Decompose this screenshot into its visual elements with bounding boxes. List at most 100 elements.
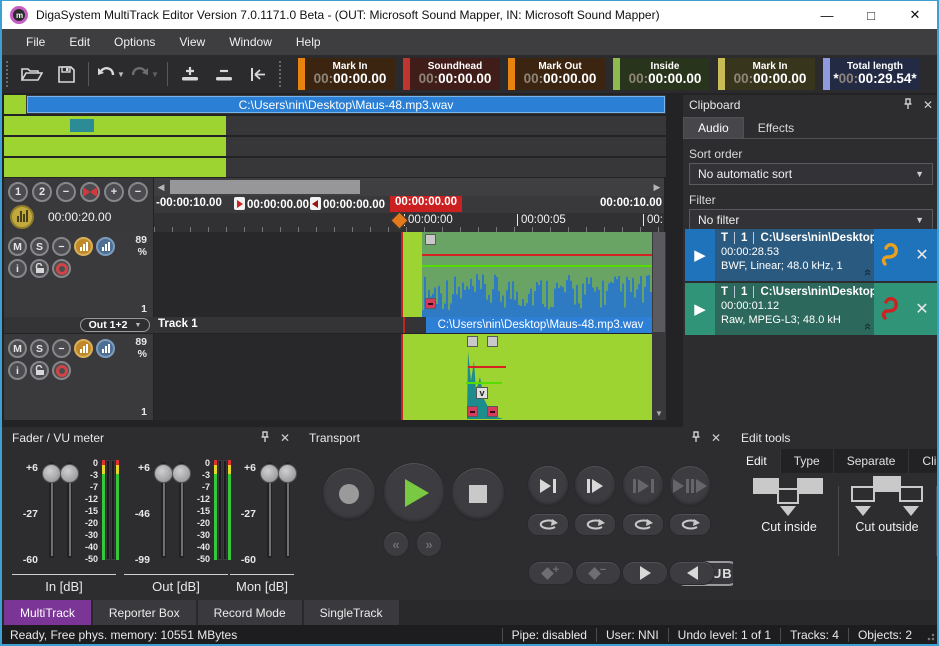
- overview-row-3[interactable]: [4, 137, 666, 156]
- fader-knob-left[interactable]: [154, 464, 173, 483]
- clip-volume-line[interactable]: [468, 366, 506, 368]
- clip-gain-handle[interactable]: [425, 298, 436, 309]
- track1-mute-button[interactable]: M: [8, 237, 27, 256]
- filter-select[interactable]: No filter▼: [689, 209, 933, 231]
- track1-lane[interactable]: [154, 232, 666, 317]
- menu-edit[interactable]: Edit: [57, 29, 102, 55]
- clip-fade-handle[interactable]: [487, 336, 498, 347]
- tab-audio[interactable]: Audio: [683, 117, 744, 138]
- track1-audio-clip[interactable]: [422, 232, 653, 317]
- scrollbar-thumb[interactable]: [653, 232, 665, 332]
- tab-edit[interactable]: Edit: [733, 449, 781, 473]
- add-marker-button[interactable]: +: [529, 562, 573, 584]
- play-to-mark-button[interactable]: [528, 466, 568, 506]
- tab-clip-in[interactable]: Clip & In: [909, 449, 939, 473]
- track1-info-button[interactable]: i: [8, 259, 27, 278]
- tracks-vertical-scrollbar[interactable]: ▼: [652, 232, 666, 420]
- clip-gain-handle[interactable]: [467, 406, 478, 417]
- track2-minimize-button[interactable]: −: [52, 339, 71, 358]
- cut-inside-button[interactable]: Cut inside: [743, 474, 835, 566]
- overview-row-4[interactable]: [4, 158, 666, 177]
- timeline-ruler-markers[interactable]: -00:00:10.00 00:00:00.00 00:00:00.00 00:…: [154, 196, 664, 213]
- pin-icon[interactable]: [260, 431, 270, 445]
- zoom-in-timeline-button[interactable]: +: [104, 182, 124, 202]
- track2-audio-clip[interactable]: [403, 334, 653, 420]
- overview-row-2[interactable]: [4, 116, 666, 135]
- scrollbar-thumb[interactable]: [170, 180, 360, 194]
- goto-start-button[interactable]: [241, 60, 275, 88]
- menu-file[interactable]: File: [14, 29, 57, 55]
- clip-fade-handle[interactable]: [425, 234, 436, 245]
- play-around-marks-button[interactable]: [670, 466, 710, 506]
- track2-meter-orange-button[interactable]: [74, 339, 93, 358]
- entry-remove-button[interactable]: ✕: [907, 283, 937, 335]
- entry-play-button[interactable]: ▶: [685, 229, 715, 281]
- undo-button[interactable]: ▼: [94, 60, 128, 88]
- menu-view[interactable]: View: [167, 29, 217, 55]
- tab-type[interactable]: Type: [781, 449, 834, 473]
- record-button[interactable]: [323, 468, 375, 520]
- cut-outside-button[interactable]: Cut outside: [841, 474, 933, 566]
- track1-meter-blue-button[interactable]: [96, 237, 115, 256]
- open-file-button[interactable]: [15, 60, 49, 88]
- collapse-chevron-icon[interactable]: «: [861, 323, 874, 330]
- zoom-preset-2-button[interactable]: 2: [32, 182, 52, 202]
- close-button[interactable]: ✕: [893, 1, 937, 29]
- clipboard-entry-2[interactable]: ▶ T1C:\Users\nin\Desktop\ 00:00:01.12 Ra…: [685, 283, 937, 335]
- track1-minimize-button[interactable]: −: [52, 237, 71, 256]
- playhead-time-box[interactable]: 00:00:00.00: [390, 196, 462, 212]
- marker-in[interactable]: 00:00:00.00: [234, 197, 309, 211]
- loop-button-3[interactable]: [623, 514, 663, 535]
- maximize-button[interactable]: □: [849, 1, 893, 29]
- track2-mute-button[interactable]: M: [8, 339, 27, 358]
- zoom-out-timeline-button[interactable]: −: [128, 182, 148, 202]
- timeline-ruler-ticks[interactable]: 00:00:00 00:00:05 00:: [154, 213, 664, 232]
- entry-prelisten-button[interactable]: [874, 283, 907, 335]
- play-button[interactable]: [384, 463, 444, 523]
- loop-button-4[interactable]: [670, 514, 710, 535]
- save-button[interactable]: [49, 60, 83, 88]
- pin-icon[interactable]: [691, 431, 701, 445]
- zoom-in-button[interactable]: [173, 60, 207, 88]
- track2-meter-blue-button[interactable]: [96, 339, 115, 358]
- menu-options[interactable]: Options: [102, 29, 167, 55]
- resize-grip[interactable]: [921, 625, 937, 645]
- fader-knob-right[interactable]: [278, 464, 297, 483]
- play-from-mark-button[interactable]: [575, 466, 615, 506]
- track2-record-arm-button[interactable]: [52, 361, 71, 380]
- clip-fade-handle[interactable]: [467, 336, 478, 347]
- zoom-to-selection-button[interactable]: [80, 182, 100, 202]
- fader-knob-left[interactable]: [42, 464, 61, 483]
- clipboard-entry-1[interactable]: ▶ T1C:\Users\nin\Desktop\ 00:00:28.53 BW…: [685, 229, 937, 281]
- waveform-zoom-button[interactable]: [10, 205, 34, 229]
- fader-knob-left[interactable]: [260, 464, 279, 483]
- zoom-preset-1-button[interactable]: 1: [8, 182, 28, 202]
- loop-button-2[interactable]: [575, 514, 615, 535]
- scroll-left-arrow[interactable]: ◀: [154, 178, 168, 196]
- track1-clip-filename-bar[interactable]: C:\Users\nin\Desktop\Maus-48.mp3.wav: [426, 317, 655, 333]
- collapse-button[interactable]: −: [56, 182, 76, 202]
- play-between-marks-button[interactable]: [623, 466, 663, 506]
- track1-record-arm-button[interactable]: [52, 259, 71, 278]
- tab-separate[interactable]: Separate: [834, 449, 910, 473]
- tab-singletrack[interactable]: SingleTrack: [304, 600, 399, 625]
- menu-help[interactable]: Help: [284, 29, 333, 55]
- track2-info-button[interactable]: i: [8, 361, 27, 380]
- sort-order-select[interactable]: No automatic sort▼: [689, 163, 933, 185]
- timeline-scrollbar[interactable]: ◀ ▶: [154, 178, 664, 196]
- nudge-right-button[interactable]: »: [417, 532, 441, 556]
- overview-file-bar[interactable]: C:\Users\nin\Desktop\Maus-48.mp3.wav: [27, 96, 665, 113]
- tab-reporter-box[interactable]: Reporter Box: [93, 600, 196, 625]
- menu-window[interactable]: Window: [217, 29, 284, 55]
- toolbar-grip[interactable]: [279, 61, 284, 87]
- prev-marker-button[interactable]: [670, 562, 714, 584]
- track1-meter-orange-button[interactable]: [74, 237, 93, 256]
- clip-pan-line[interactable]: [466, 382, 502, 384]
- scroll-down-arrow[interactable]: ▼: [652, 406, 666, 420]
- track2-lock-button[interactable]: [30, 361, 49, 380]
- tab-record-mode[interactable]: Record Mode: [198, 600, 302, 625]
- close-panel-icon[interactable]: ✕: [280, 431, 290, 445]
- close-panel-icon[interactable]: ✕: [923, 98, 933, 112]
- track1-lock-button[interactable]: [30, 259, 49, 278]
- entry-prelisten-button[interactable]: [874, 229, 907, 281]
